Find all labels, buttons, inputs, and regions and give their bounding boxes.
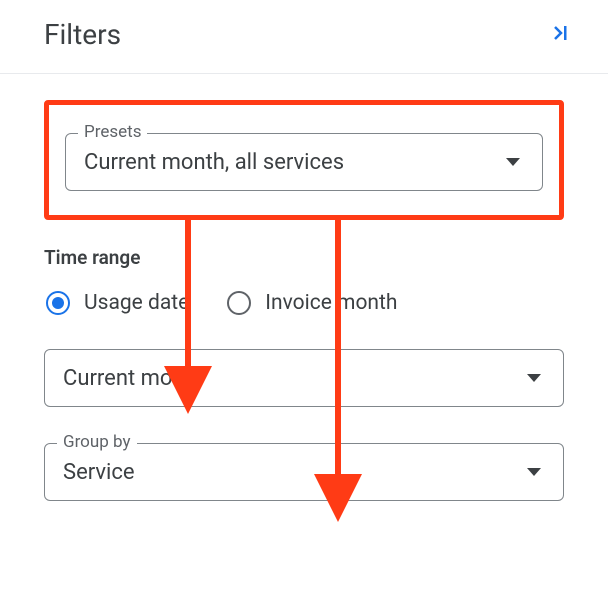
filters-title: Filters — [44, 18, 121, 51]
chevron-down-icon — [527, 374, 541, 382]
group-by-value: Service — [63, 460, 527, 485]
filters-body: Presets Current month, all services Time… — [0, 74, 608, 525]
chevron-down-icon — [506, 158, 520, 166]
presets-legend: Presets — [78, 122, 147, 142]
time-range-value: Current month — [63, 366, 527, 391]
chevron-down-icon — [527, 468, 541, 476]
time-range-label: Time range — [44, 246, 564, 269]
presets-select[interactable]: Presets Current month, all services — [65, 133, 543, 191]
presets-highlight-box: Presets Current month, all services — [44, 100, 564, 220]
filters-header: Filters — [0, 0, 608, 74]
radio-icon-selected — [46, 291, 70, 315]
radio-icon-unselected — [227, 291, 251, 315]
presets-value: Current month, all services — [84, 150, 506, 175]
group-by-legend: Group by — [57, 432, 137, 452]
time-range-select[interactable]: Current month — [44, 349, 564, 407]
collapse-panel-icon[interactable] — [548, 21, 584, 49]
radio-label-invoice-month: Invoice month — [265, 291, 397, 315]
radio-label-usage-date: Usage date — [84, 291, 189, 315]
radio-usage-date[interactable]: Usage date — [46, 291, 189, 315]
time-range-radio-group: Usage date Invoice month — [44, 291, 564, 315]
radio-invoice-month[interactable]: Invoice month — [227, 291, 397, 315]
group-by-select[interactable]: Group by Service — [44, 443, 564, 501]
